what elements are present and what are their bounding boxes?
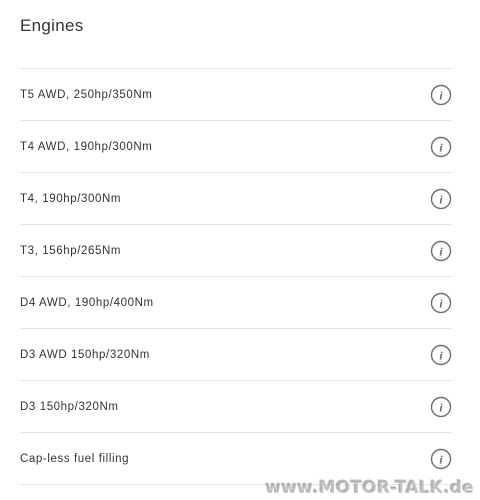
info-icon[interactable]: i (430, 136, 452, 158)
info-icon[interactable]: i (430, 240, 452, 262)
list-item: T5 AWD, 250hp/350Nm i (20, 69, 452, 121)
section-title: Engines (20, 16, 84, 35)
engine-label: D3 150hp/320Nm (20, 400, 119, 413)
engine-label: T4 AWD, 190hp/300Nm (20, 140, 153, 153)
engine-label: T5 AWD, 250hp/350Nm (20, 88, 153, 101)
engine-label: D3 AWD 150hp/320Nm (20, 348, 150, 361)
engine-label: Cap-less fuel filling (20, 452, 130, 465)
info-icon[interactable]: i (430, 84, 452, 106)
svg-text:i: i (439, 88, 443, 102)
svg-text:i: i (439, 140, 443, 154)
list-item: D3 150hp/320Nm i (20, 381, 452, 433)
list-item: D4 AWD, 190hp/400Nm i (20, 277, 452, 329)
list-item: T3, 156hp/265Nm i (20, 225, 452, 277)
svg-text:i: i (439, 400, 443, 414)
list-item: T4, 190hp/300Nm i (20, 173, 452, 225)
info-icon[interactable]: i (430, 344, 452, 366)
watermark: www.MOTOR-TALK.de (265, 478, 474, 498)
svg-text:i: i (439, 348, 443, 362)
svg-text:i: i (439, 296, 443, 310)
svg-text:i: i (439, 452, 443, 466)
engine-label: D4 AWD, 190hp/400Nm (20, 296, 154, 309)
list-item: D3 AWD 150hp/320Nm i (20, 329, 452, 381)
engine-label: T3, 156hp/265Nm (20, 244, 122, 257)
info-icon[interactable]: i (430, 448, 452, 470)
svg-text:i: i (439, 192, 443, 206)
svg-text:i: i (439, 244, 443, 258)
info-icon[interactable]: i (430, 396, 452, 418)
list-item: T4 AWD, 190hp/300Nm i (20, 121, 452, 173)
info-icon[interactable]: i (430, 188, 452, 210)
engine-list: T5 AWD, 250hp/350Nm i T4 AWD, 190hp/300N… (20, 68, 452, 485)
info-icon[interactable]: i (430, 292, 452, 314)
engine-label: T4, 190hp/300Nm (20, 192, 122, 205)
